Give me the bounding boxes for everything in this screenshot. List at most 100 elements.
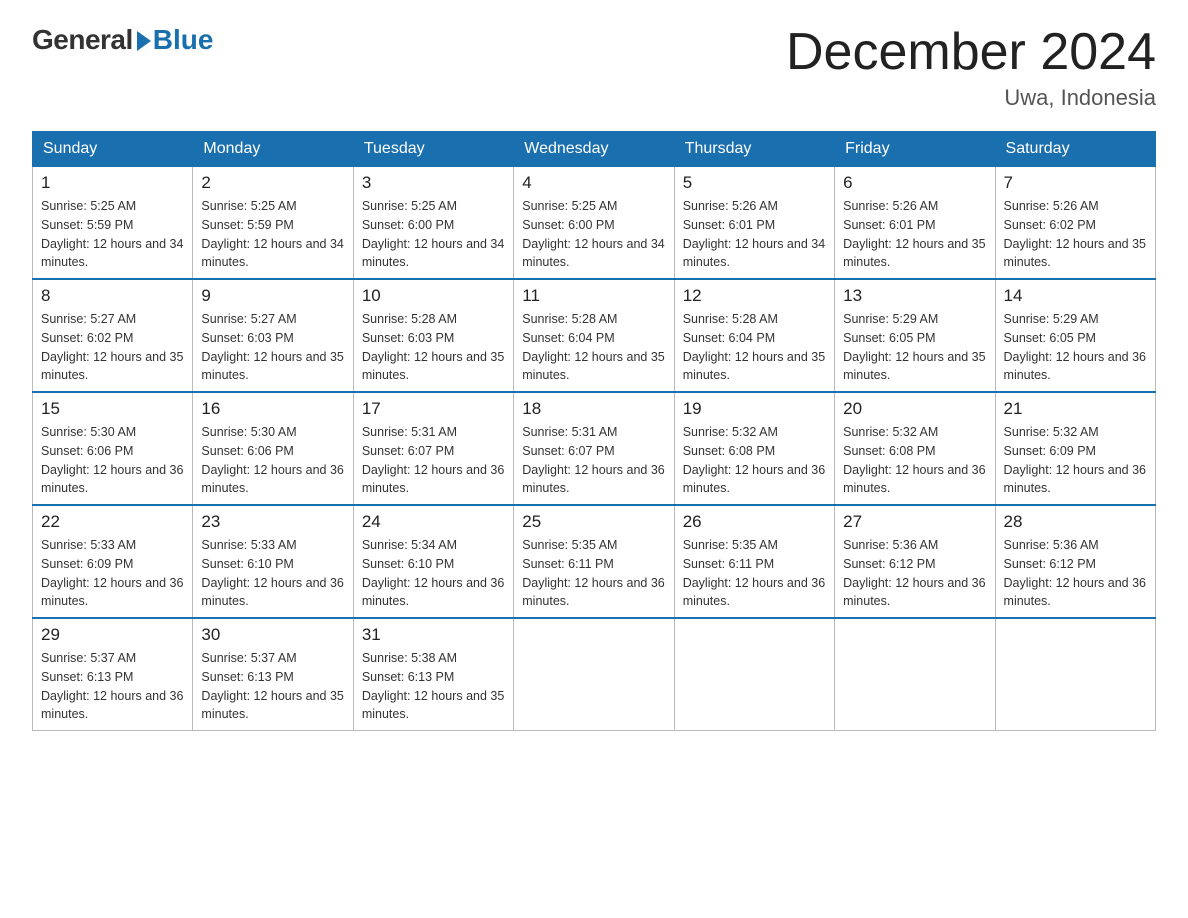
table-row: 31 Sunrise: 5:38 AMSunset: 6:13 PMDayligh… (353, 618, 513, 731)
table-row (514, 618, 674, 731)
table-row: 7 Sunrise: 5:26 AMSunset: 6:02 PMDaylight… (995, 167, 1155, 280)
day-number: 8 (41, 286, 184, 306)
table-row: 10 Sunrise: 5:28 AMSunset: 6:03 PMDayligh… (353, 279, 513, 392)
table-row: 17 Sunrise: 5:31 AMSunset: 6:07 PMDayligh… (353, 392, 513, 505)
day-info: Sunrise: 5:33 AMSunset: 6:09 PMDaylight:… (41, 536, 184, 611)
table-row: 16Sunrise: 5:30 AMSunset: 6:06 PMDayligh… (193, 392, 353, 505)
calendar-week-4: 22 Sunrise: 5:33 AMSunset: 6:09 PMDayligh… (33, 505, 1156, 618)
table-row: 26 Sunrise: 5:35 AMSunset: 6:11 PMDayligh… (674, 505, 834, 618)
table-row: 18Sunrise: 5:31 AMSunset: 6:07 PMDayligh… (514, 392, 674, 505)
table-row: 14 Sunrise: 5:29 AMSunset: 6:05 PMDayligh… (995, 279, 1155, 392)
day-info: Sunrise: 5:25 AMSunset: 5:59 PMDaylight:… (41, 197, 184, 272)
day-info: Sunrise: 5:28 AMSunset: 6:03 PMDaylight:… (362, 310, 505, 385)
day-info: Sunrise: 5:35 AMSunset: 6:11 PMDaylight:… (683, 536, 826, 611)
day-number: 16 (201, 399, 344, 419)
day-number: 14 (1004, 286, 1147, 306)
day-info: Sunrise: 5:31 AMSunset: 6:07 PMDaylight:… (522, 423, 665, 498)
day-number: 28 (1004, 512, 1147, 532)
table-row: 22 Sunrise: 5:33 AMSunset: 6:09 PMDayligh… (33, 505, 193, 618)
day-number: 11 (522, 286, 665, 306)
table-row: 5 Sunrise: 5:26 AMSunset: 6:01 PMDaylight… (674, 167, 834, 280)
header-wednesday: Wednesday (514, 132, 674, 167)
table-row: 13Sunrise: 5:29 AMSunset: 6:05 PMDayligh… (835, 279, 995, 392)
header-thursday: Thursday (674, 132, 834, 167)
calendar-header-row: Sunday Monday Tuesday Wednesday Thursday… (33, 132, 1156, 167)
logo-general-text: General (32, 24, 133, 56)
day-number: 1 (41, 173, 184, 193)
day-number: 26 (683, 512, 826, 532)
day-info: Sunrise: 5:36 AMSunset: 6:12 PMDaylight:… (843, 536, 986, 611)
day-number: 6 (843, 173, 986, 193)
day-number: 15 (41, 399, 184, 419)
day-number: 3 (362, 173, 505, 193)
table-row: 23 Sunrise: 5:33 AMSunset: 6:10 PMDayligh… (193, 505, 353, 618)
table-row: 8 Sunrise: 5:27 AMSunset: 6:02 PMDaylight… (33, 279, 193, 392)
day-info: Sunrise: 5:29 AMSunset: 6:05 PMDaylight:… (1004, 310, 1147, 385)
day-number: 23 (201, 512, 344, 532)
day-info: Sunrise: 5:28 AMSunset: 6:04 PMDaylight:… (522, 310, 665, 385)
day-info: Sunrise: 5:32 AMSunset: 6:09 PMDaylight:… (1004, 423, 1147, 498)
logo-arrow-icon (137, 31, 151, 51)
day-number: 2 (201, 173, 344, 193)
day-info: Sunrise: 5:30 AMSunset: 6:06 PMDaylight:… (41, 423, 184, 498)
calendar-week-1: 1 Sunrise: 5:25 AMSunset: 5:59 PMDaylight… (33, 167, 1156, 280)
day-number: 24 (362, 512, 505, 532)
day-info: Sunrise: 5:37 AMSunset: 6:13 PMDaylight:… (201, 649, 344, 724)
day-number: 12 (683, 286, 826, 306)
header-monday: Monday (193, 132, 353, 167)
table-row: 29Sunrise: 5:37 AMSunset: 6:13 PMDayligh… (33, 618, 193, 731)
month-title: December 2024 (786, 24, 1156, 81)
table-row: 4Sunrise: 5:25 AMSunset: 6:00 PMDaylight… (514, 167, 674, 280)
header-friday: Friday (835, 132, 995, 167)
table-row: 11 Sunrise: 5:28 AMSunset: 6:04 PMDayligh… (514, 279, 674, 392)
title-block: December 2024 Uwa, Indonesia (786, 24, 1156, 111)
day-number: 9 (201, 286, 344, 306)
logo: General Blue (32, 24, 213, 56)
day-number: 20 (843, 399, 986, 419)
day-info: Sunrise: 5:26 AMSunset: 6:01 PMDaylight:… (683, 197, 826, 272)
table-row: 27Sunrise: 5:36 AMSunset: 6:12 PMDayligh… (835, 505, 995, 618)
day-info: Sunrise: 5:25 AMSunset: 6:00 PMDaylight:… (522, 197, 665, 272)
day-info: Sunrise: 5:35 AMSunset: 6:11 PMDaylight:… (522, 536, 665, 611)
calendar-week-2: 8 Sunrise: 5:27 AMSunset: 6:02 PMDaylight… (33, 279, 1156, 392)
day-info: Sunrise: 5:32 AMSunset: 6:08 PMDaylight:… (843, 423, 986, 498)
table-row: 1 Sunrise: 5:25 AMSunset: 5:59 PMDaylight… (33, 167, 193, 280)
day-info: Sunrise: 5:37 AMSunset: 6:13 PMDaylight:… (41, 649, 184, 724)
day-info: Sunrise: 5:31 AMSunset: 6:07 PMDaylight:… (362, 423, 505, 498)
day-number: 31 (362, 625, 505, 645)
day-info: Sunrise: 5:27 AMSunset: 6:02 PMDaylight:… (41, 310, 184, 385)
day-number: 30 (201, 625, 344, 645)
table-row: 21Sunrise: 5:32 AMSunset: 6:09 PMDayligh… (995, 392, 1155, 505)
table-row: 3 Sunrise: 5:25 AMSunset: 6:00 PMDaylight… (353, 167, 513, 280)
page-header: General Blue December 2024 Uwa, Indonesi… (32, 24, 1156, 111)
location-label: Uwa, Indonesia (786, 85, 1156, 111)
day-number: 5 (683, 173, 826, 193)
header-tuesday: Tuesday (353, 132, 513, 167)
table-row: 9 Sunrise: 5:27 AMSunset: 6:03 PMDaylight… (193, 279, 353, 392)
table-row: 19Sunrise: 5:32 AMSunset: 6:08 PMDayligh… (674, 392, 834, 505)
table-row: 24 Sunrise: 5:34 AMSunset: 6:10 PMDayligh… (353, 505, 513, 618)
day-info: Sunrise: 5:34 AMSunset: 6:10 PMDaylight:… (362, 536, 505, 611)
day-number: 17 (362, 399, 505, 419)
day-info: Sunrise: 5:28 AMSunset: 6:04 PMDaylight:… (683, 310, 826, 385)
logo-blue-text: Blue (153, 24, 214, 56)
table-row (835, 618, 995, 731)
table-row: 30 Sunrise: 5:37 AMSunset: 6:13 PMDayligh… (193, 618, 353, 731)
day-info: Sunrise: 5:26 AMSunset: 6:02 PMDaylight:… (1004, 197, 1147, 272)
day-info: Sunrise: 5:33 AMSunset: 6:10 PMDaylight:… (201, 536, 344, 611)
day-info: Sunrise: 5:32 AMSunset: 6:08 PMDaylight:… (683, 423, 826, 498)
day-info: Sunrise: 5:27 AMSunset: 6:03 PMDaylight:… (201, 310, 344, 385)
header-sunday: Sunday (33, 132, 193, 167)
table-row: 15 Sunrise: 5:30 AMSunset: 6:06 PMDayligh… (33, 392, 193, 505)
day-info: Sunrise: 5:38 AMSunset: 6:13 PMDaylight:… (362, 649, 505, 724)
day-number: 7 (1004, 173, 1147, 193)
day-number: 22 (41, 512, 184, 532)
calendar-table: Sunday Monday Tuesday Wednesday Thursday… (32, 131, 1156, 731)
day-info: Sunrise: 5:29 AMSunset: 6:05 PMDaylight:… (843, 310, 986, 385)
calendar-week-3: 15 Sunrise: 5:30 AMSunset: 6:06 PMDayligh… (33, 392, 1156, 505)
day-info: Sunrise: 5:25 AMSunset: 5:59 PMDaylight:… (201, 197, 344, 272)
day-number: 10 (362, 286, 505, 306)
calendar-week-5: 29Sunrise: 5:37 AMSunset: 6:13 PMDayligh… (33, 618, 1156, 731)
table-row: 20 Sunrise: 5:32 AMSunset: 6:08 PMDayligh… (835, 392, 995, 505)
day-info: Sunrise: 5:25 AMSunset: 6:00 PMDaylight:… (362, 197, 505, 272)
